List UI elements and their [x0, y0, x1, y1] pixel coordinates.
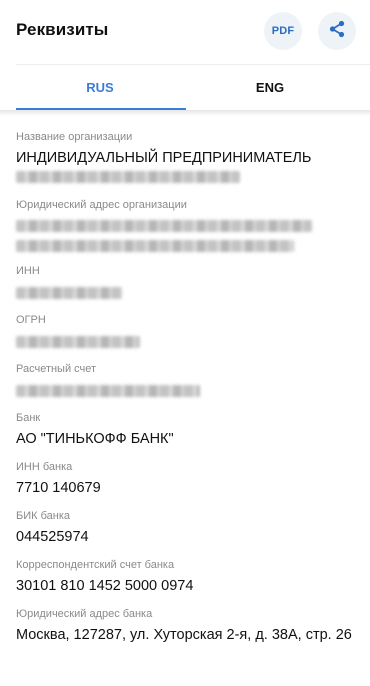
pdf-button[interactable]: PDF — [264, 12, 302, 50]
field-ogrn: ОГРН — [16, 313, 356, 348]
field-label: Юридический адрес банка — [16, 608, 153, 620]
field-label: Юридический адрес организации — [16, 199, 187, 211]
share-button[interactable] — [318, 12, 356, 50]
field-label: Расчетный счет — [16, 363, 97, 375]
app-header: Реквизиты PDF — [0, 0, 370, 64]
redacted-value — [16, 385, 200, 397]
field-bank: Банк АО "ТИНЬКОФФ БАНК" — [16, 411, 356, 449]
redacted-value — [16, 171, 240, 183]
field-account: Расчетный счет — [16, 362, 356, 397]
tabs-shadow — [0, 110, 370, 116]
tab-eng[interactable]: ENG — [185, 65, 355, 110]
field-label: ОГРН — [16, 314, 46, 326]
field-value: 7710 140679 — [16, 480, 101, 496]
field-bik: БИК банка 044525974 — [16, 509, 356, 547]
field-bank-inn: ИНН банка 7710 140679 — [16, 460, 356, 498]
field-label: Название организации — [16, 131, 133, 143]
field-legal-address: Юридический адрес организации — [16, 198, 356, 252]
redacted-value — [16, 220, 312, 232]
field-label: БИК банка — [16, 510, 71, 522]
field-label: ИНН — [16, 265, 40, 277]
field-value: 30101 810 1452 5000 0974 — [16, 578, 194, 594]
field-bank-address: Юридический адрес банка Москва, 127287, … — [16, 607, 356, 645]
field-value: Москва, 127287, ул. Хуторская 2-я, д. 38… — [16, 627, 352, 643]
field-value: 044525974 — [16, 529, 89, 545]
page-title: Реквизиты — [16, 20, 109, 39]
field-corr-account: Корреспондентский счет банка 30101 810 1… — [16, 558, 356, 596]
tab-rus[interactable]: RUS — [0, 65, 200, 110]
field-label: Корреспондентский счет банка — [16, 559, 175, 571]
language-tabs: RUS ENG — [0, 65, 370, 110]
field-value: АО "ТИНЬКОФФ БАНК" — [16, 431, 174, 447]
redacted-value — [16, 240, 294, 252]
field-label: Банк — [16, 412, 41, 424]
field-value: ИНДИВИДУАЛЬНЫЙ ПРЕДПРИНИМАТЕЛЬ — [16, 150, 312, 166]
field-inn: ИНН — [16, 264, 356, 299]
pdf-button-label: PDF — [271, 25, 295, 37]
share-icon — [327, 19, 347, 44]
field-org-name: Название организации ИНДИВИДУАЛЬНЫЙ ПРЕД… — [16, 130, 356, 183]
field-label: ИНН банка — [16, 461, 73, 473]
redacted-value — [16, 336, 140, 348]
redacted-value — [16, 287, 122, 299]
